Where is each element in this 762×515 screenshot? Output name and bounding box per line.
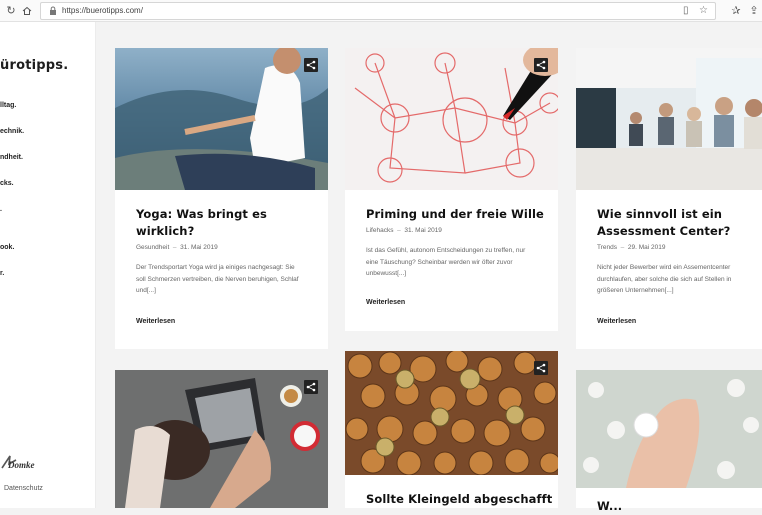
share-button[interactable] — [304, 380, 318, 394]
sidebar-item-7[interactable]: r. — [0, 270, 4, 277]
post-image-coins[interactable] — [345, 351, 558, 475]
sidebar-item-technik[interactable]: echnik. — [0, 128, 24, 135]
share-button[interactable] — [534, 58, 548, 72]
sidebar-item-5[interactable]: . — [0, 206, 2, 213]
lock-icon — [50, 6, 56, 15]
sidebar: ürotipps. lltag. echnik. ndheit. cks. . … — [0, 22, 96, 508]
share-button[interactable] — [304, 58, 318, 72]
post-card-6[interactable]: W... — [576, 370, 762, 513]
post-title[interactable]: Yoga: Was bringt es wirklich? — [136, 206, 267, 240]
post-card-assessment[interactable]: Wie sinnvoll ist ein Assessment Center? T… — [576, 48, 762, 349]
share-button[interactable] — [534, 361, 548, 375]
post-title[interactable]: W... — [597, 498, 622, 515]
refresh-icon[interactable]: ↻ — [3, 3, 19, 19]
post-image-priming[interactable] — [345, 48, 558, 190]
post-excerpt: Ist das Gefühl, autonom Entscheidungen z… — [366, 247, 526, 277]
post-excerpt: Der Trendsportart Yoga wird ja einiges n… — [136, 264, 299, 294]
share-icon — [306, 60, 316, 70]
post-image-laptop[interactable] — [115, 370, 328, 508]
post-card-priming[interactable]: Priming und der freie Wille Lifehacks – … — [345, 48, 558, 331]
post-image-flowers[interactable] — [576, 370, 762, 488]
favorite-star-icon[interactable]: ☆ — [699, 5, 708, 16]
browser-toolbar: ↻ https://buerotipps.com/ ▯ ☆ ✰ ⇪ — [0, 0, 762, 22]
sidebar-item-lifehacks[interactable]: cks. — [0, 180, 14, 187]
share-icon — [536, 60, 546, 70]
post-card-4[interactable] — [115, 370, 328, 508]
sidebar-item-facebook[interactable]: ook. — [0, 244, 14, 251]
post-meta: Gesundheit – 31. Mai 2019 — [136, 244, 218, 251]
sidebar-item-gesundheit[interactable]: ndheit. — [0, 154, 23, 161]
post-date: 31. Mai 2019 — [404, 227, 442, 234]
home-icon[interactable] — [19, 3, 35, 19]
post-meta: Trends – 29. Mai 2019 — [597, 244, 666, 251]
post-title[interactable]: Sollte Kleingeld abgeschafft — [366, 491, 552, 508]
url-text: https://buerotipps.com/ — [62, 6, 143, 15]
read-more-link[interactable]: Weiterlesen — [366, 299, 405, 306]
sidebar-item-alltag[interactable]: lltag. — [0, 102, 16, 109]
post-title[interactable]: Wie sinnvoll ist ein Assessment Center? — [597, 206, 730, 240]
brand-logo[interactable]: Domke — [0, 452, 50, 474]
share-icon — [536, 363, 546, 373]
read-more-link[interactable]: Weiterlesen — [597, 318, 636, 325]
post-card-yoga[interactable]: Yoga: Was bringt es wirklich? Gesundheit … — [115, 48, 328, 349]
post-meta: Lifehacks – 31. Mai 2019 — [366, 227, 442, 234]
privacy-link[interactable]: Datenschutz — [4, 485, 43, 492]
address-bar[interactable]: https://buerotipps.com/ ▯ ☆ — [40, 2, 716, 20]
post-title[interactable]: Priming und der freie Wille — [366, 206, 544, 223]
post-card-kleingeld[interactable]: Sollte Kleingeld abgeschafft — [345, 351, 558, 508]
read-more-link[interactable]: Weiterlesen — [136, 318, 175, 325]
share-icon[interactable]: ⇪ — [746, 3, 762, 19]
post-image-yoga[interactable] — [115, 48, 328, 190]
share-icon — [306, 382, 316, 392]
post-image-assessment[interactable] — [576, 48, 762, 190]
post-category[interactable]: Trends — [597, 244, 617, 251]
favorites-bar-icon[interactable]: ✰ — [728, 3, 744, 19]
post-date: 29. Mai 2019 — [627, 244, 666, 251]
site-logo[interactable]: ürotipps. — [0, 58, 68, 73]
reader-view-icon[interactable]: ▯ — [683, 5, 689, 16]
post-category[interactable]: Gesundheit — [136, 244, 169, 251]
post-category[interactable]: Lifehacks — [366, 227, 393, 234]
post-date: 31. Mai 2019 — [180, 244, 218, 251]
post-excerpt: Nicht jeder Bewerber wird ein Assementce… — [597, 264, 732, 294]
